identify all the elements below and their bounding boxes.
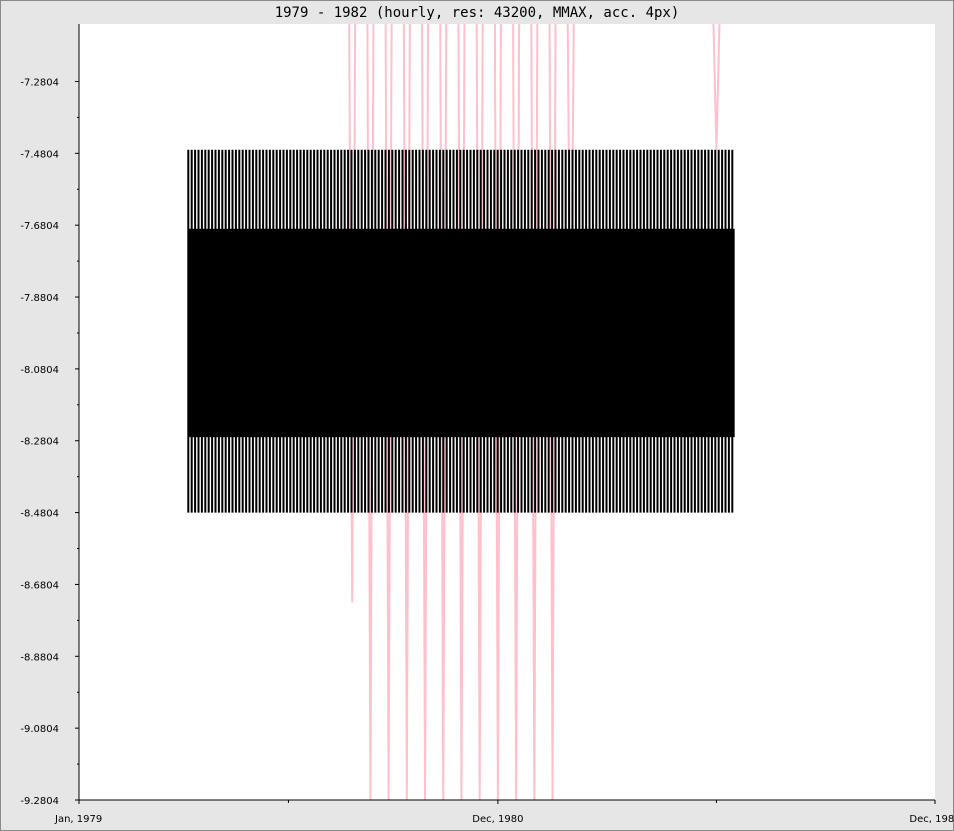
x-tick-label: Dec, 1980 bbox=[472, 814, 523, 825]
y-tick-label: -8.0804 bbox=[20, 365, 59, 376]
x-tick-label: Dec, 1982 bbox=[909, 814, 954, 825]
y-tick-label: -8.8804 bbox=[20, 652, 59, 663]
y-tick-label: -8.2804 bbox=[20, 437, 59, 448]
y-tick-label: -8.4804 bbox=[20, 509, 59, 520]
y-tick-label: -9.2804 bbox=[20, 796, 59, 807]
x-axis-ticks: Jan, 1979 Dec, 1980 Dec, 1982 bbox=[54, 800, 954, 825]
black-series-oscillation bbox=[187, 149, 734, 513]
y-axis-ticks: -7.2804 -7.4804 -7.6804 -7.8804 -8.0804 -8.28… bbox=[20, 77, 79, 807]
x-tick-label: Jan, 1979 bbox=[54, 814, 102, 825]
y-tick-label: -8.6804 bbox=[20, 580, 59, 591]
y-tick-label: -7.2804 bbox=[20, 77, 59, 88]
y-tick-label: -7.4804 bbox=[20, 149, 59, 160]
y-tick-label: -7.6804 bbox=[20, 221, 59, 232]
y-tick-label: -9.0804 bbox=[20, 724, 59, 735]
y-tick-label: -7.8804 bbox=[20, 293, 59, 304]
chart-svg: -7.2804 -7.4804 -7.6804 -7.8804 -8.0804 -8.28… bbox=[20, 23, 954, 825]
